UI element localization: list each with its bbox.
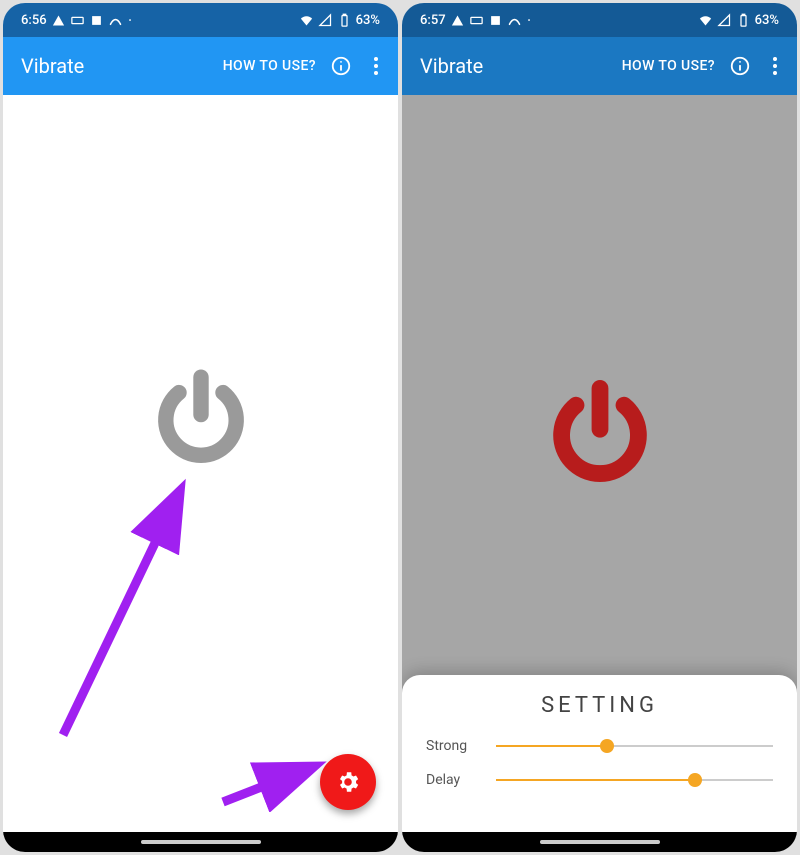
status-time: 6:56 bbox=[21, 13, 47, 28]
wifi-icon bbox=[698, 13, 713, 28]
nav-pill[interactable] bbox=[141, 840, 261, 844]
main-content bbox=[3, 95, 398, 832]
wifi-icon bbox=[299, 13, 314, 28]
status-icon-paytm bbox=[70, 13, 85, 28]
more-icon[interactable] bbox=[765, 56, 785, 76]
status-icon-airtel bbox=[507, 13, 522, 28]
sheet-title: SETTING bbox=[426, 693, 773, 718]
app-title: Vibrate bbox=[420, 54, 622, 78]
how-to-use-button[interactable]: HOW TO USE? bbox=[223, 58, 316, 74]
how-to-use-button[interactable]: HOW TO USE? bbox=[622, 58, 715, 74]
status-dot: • bbox=[528, 16, 531, 25]
power-icon bbox=[146, 364, 256, 474]
android-nav-bar bbox=[402, 832, 797, 852]
info-icon[interactable] bbox=[729, 55, 751, 77]
app-bar: Vibrate HOW TO USE? bbox=[3, 37, 398, 95]
slider-label: Delay bbox=[426, 772, 496, 788]
gear-icon bbox=[335, 769, 361, 795]
android-nav-bar bbox=[3, 832, 398, 852]
status-icon-paytm bbox=[469, 13, 484, 28]
info-icon[interactable] bbox=[330, 55, 352, 77]
delay-slider[interactable] bbox=[496, 770, 773, 790]
battery-icon bbox=[736, 13, 751, 28]
status-icon-airtel bbox=[108, 13, 123, 28]
nav-pill[interactable] bbox=[540, 840, 660, 844]
settings-fab[interactable] bbox=[320, 754, 376, 810]
power-button[interactable] bbox=[540, 374, 660, 494]
phone-frame-right: 6:57 • 63% Vibrate HOW TO USE? SETTING bbox=[402, 3, 797, 852]
power-button[interactable] bbox=[146, 364, 256, 474]
slider-label: Strong bbox=[426, 738, 496, 754]
status-icon-square bbox=[488, 13, 503, 28]
status-time: 6:57 bbox=[420, 13, 446, 28]
signal-icon bbox=[717, 13, 732, 28]
status-icon-a bbox=[450, 13, 465, 28]
status-dot: • bbox=[129, 16, 132, 25]
slider-row-delay: Delay bbox=[426, 770, 773, 790]
battery-percent: 63% bbox=[755, 13, 779, 28]
battery-percent: 63% bbox=[356, 13, 380, 28]
strong-slider[interactable] bbox=[496, 736, 773, 756]
battery-icon bbox=[337, 13, 352, 28]
phone-frame-left: 6:56 • 63% Vibrate HOW TO USE? bbox=[3, 3, 398, 852]
status-bar: 6:56 • 63% bbox=[3, 3, 398, 37]
power-icon bbox=[540, 374, 660, 494]
slider-row-strong: Strong bbox=[426, 736, 773, 756]
signal-icon bbox=[318, 13, 333, 28]
annotation-arrow-fab bbox=[218, 742, 328, 812]
status-icon-a bbox=[51, 13, 66, 28]
settings-sheet: SETTING Strong Delay bbox=[402, 675, 797, 832]
status-bar: 6:57 • 63% bbox=[402, 3, 797, 37]
main-content: SETTING Strong Delay bbox=[402, 95, 797, 832]
more-icon[interactable] bbox=[366, 56, 386, 76]
annotation-arrow-power bbox=[43, 475, 203, 755]
app-title: Vibrate bbox=[21, 54, 223, 78]
status-icon-square bbox=[89, 13, 104, 28]
app-bar: Vibrate HOW TO USE? bbox=[402, 37, 797, 95]
